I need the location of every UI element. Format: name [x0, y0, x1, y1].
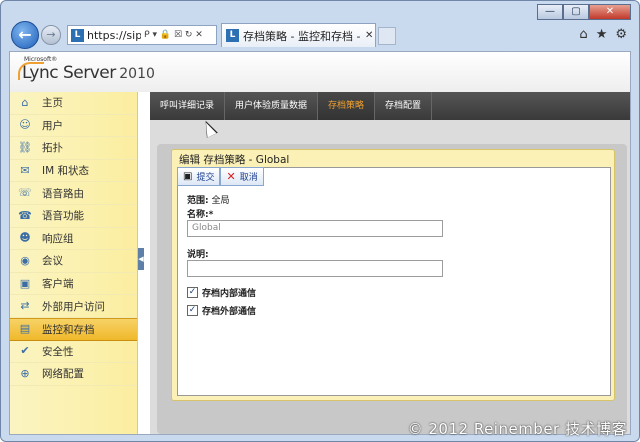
lync-swoosh-icon [18, 62, 44, 80]
sidebar-item-label: 监控和存档 [42, 323, 95, 336]
sidebar-item-icon: ⌂ [21, 95, 29, 109]
sidebar-item-label: 拓扑 [42, 142, 63, 155]
sidebar-item[interactable]: ⌂ 主页 [10, 92, 137, 115]
sidebar-item-label: 网络配置 [42, 368, 84, 381]
top-nav-tab[interactable]: 存档策略 [318, 92, 376, 120]
scope-value: 全局 [211, 196, 230, 206]
sidebar-item[interactable]: ✔ 安全性 [10, 341, 137, 364]
address-bar[interactable]: L https://sip.c... ᑭ ▾ 🔒 ☒ ↻ ✕ [67, 25, 217, 45]
sidebar-item-icon: ⇄ [20, 299, 30, 313]
sidebar-item-label: IM 和状态 [42, 165, 89, 178]
logo-year: 2010 [119, 66, 155, 82]
archive-external-checkbox[interactable]: ✓ 存档外部通信 [187, 304, 256, 317]
address-icons[interactable]: ᑭ ▾ 🔒 ☒ ↻ ✕ [144, 30, 203, 40]
cancel-label: 取消 [239, 173, 258, 183]
checkbox-internal[interactable]: ✓ [187, 287, 198, 298]
description-label: 说明: [187, 250, 209, 260]
address-url[interactable]: https://sip.c... [87, 29, 141, 42]
tab-title: 存档策略 - 监控和存档 - M... [243, 29, 361, 43]
form-area [177, 167, 611, 396]
sidebar-item-label: 语音路由 [42, 187, 84, 200]
archive-external-label: 存档外部通信 [202, 307, 257, 317]
sidebar-item[interactable]: ☻ 响应组 [10, 228, 137, 251]
description-field[interactable] [187, 260, 443, 277]
sidebar-item[interactable]: ▤ 监控和存档 [10, 317, 137, 341]
sidebar-item-icon: ▣ [19, 276, 31, 290]
favicon-icon: L [71, 28, 84, 42]
watermark: © 2012 Reinember 技术博客 [407, 420, 627, 438]
cancel-button[interactable]: ✕ 取消 [220, 167, 264, 186]
sidebar-item-label: 语音功能 [42, 210, 84, 223]
name-label: 名称:* [187, 210, 214, 220]
sidebar-item-icon: ◉ [20, 253, 30, 267]
save-icon: ▣ [183, 171, 193, 182]
browser-navigation: ← → L https://sip.c... ᑭ ▾ 🔒 ☒ ↻ ✕ L 存档策… [9, 19, 629, 49]
home-icon[interactable]: ⌂ [579, 27, 587, 42]
sidebar-item-label: 外部用户访问 [42, 300, 105, 313]
sidebar-item[interactable]: ✉ IM 和状态 [10, 160, 137, 183]
sidebar: ⌂ 主页 ☺ 用户 ⛓ 拓扑 ✉ IM 和状态 ☏ 语音路由 ☎ 语音功能 ☻ 响应组 ◉ 会议 ▣ 客户端 ⇄ 外部… [10, 92, 138, 434]
window-controls: — ▢ ✕ [537, 4, 631, 20]
collapse-sidebar-handle[interactable]: ◀ [138, 248, 144, 270]
top-navigation: 呼叫详细记录 用户体验质量数据 存档策略 存档配置 [150, 92, 630, 120]
tab-favicon-icon: L [226, 29, 239, 42]
sidebar-item-icon: ☺ [19, 118, 31, 132]
browser-tab[interactable]: L 存档策略 - 监控和存档 - M... ✕ [221, 23, 376, 47]
browser-window: — ▢ ✕ ← → L https://sip.c... ᑭ ▾ 🔒 ☒ ↻ ✕… [0, 0, 640, 442]
sidebar-item-icon: ☎ [18, 208, 32, 222]
app-header: Microsoft® Lync Server 2010 [10, 52, 630, 92]
browser-tools: ⌂ ★ ⚙ [579, 27, 627, 42]
tab-close-icon[interactable]: ✕ [365, 30, 373, 41]
sidebar-item-label: 主页 [42, 97, 63, 110]
sidebar-item[interactable]: ☺ 用户 [10, 115, 137, 138]
sidebar-item-label: 会议 [42, 255, 63, 268]
sidebar-item[interactable]: ⇄ 外部用户访问 [10, 295, 137, 318]
checkbox-external[interactable]: ✓ [187, 305, 198, 316]
sidebar-item[interactable]: ▣ 客户端 [10, 273, 137, 296]
name-field[interactable]: Global [187, 220, 443, 237]
panel-title: 编辑 存档策略 - Global [179, 154, 290, 166]
cancel-x-icon: ✕ [226, 170, 236, 183]
forward-button[interactable]: → [41, 25, 61, 45]
commit-button[interactable]: ▣ 提交 [177, 167, 221, 186]
sidebar-item-icon: ✔ [20, 344, 30, 358]
top-nav-tab[interactable]: 存档配置 [375, 92, 433, 120]
scope-row: 范围: 全局 [187, 193, 230, 206]
sidebar-item-label: 客户端 [42, 278, 74, 291]
sidebar-item-label: 用户 [42, 119, 63, 132]
archive-internal-label: 存档内部通信 [202, 289, 257, 299]
top-nav-tab[interactable]: 用户体验质量数据 [225, 92, 319, 120]
top-nav-tab[interactable]: 呼叫详细记录 [150, 92, 226, 120]
favorites-icon[interactable]: ★ [596, 27, 608, 42]
sidebar-item-icon: ⊕ [20, 366, 30, 380]
sidebar-item[interactable]: ⛓ 拓扑 [10, 137, 137, 160]
close-window-button[interactable]: ✕ [589, 4, 631, 20]
form-toolbar: ▣ 提交 ✕ 取消 [177, 167, 272, 186]
minimize-button[interactable]: — [537, 4, 563, 20]
maximize-button[interactable]: ▢ [563, 4, 589, 20]
sidebar-item-icon: ▤ [19, 322, 31, 336]
scope-label: 范围: [187, 196, 209, 206]
sidebar-item-icon: ✉ [20, 163, 30, 177]
lync-logo: Microsoft® Lync Server 2010 [18, 56, 155, 83]
sidebar-item[interactable]: ☎ 语音功能 [10, 205, 137, 228]
commit-label: 提交 [196, 173, 215, 183]
back-button[interactable]: ← [11, 21, 39, 49]
sidebar-item[interactable]: ⊕ 网络配置 [10, 363, 137, 386]
sidebar-item-label: 响应组 [42, 232, 74, 245]
archive-internal-checkbox[interactable]: ✓ 存档内部通信 [187, 286, 256, 299]
sidebar-item-icon: ⛓ [18, 140, 32, 154]
new-tab-button[interactable] [378, 27, 396, 45]
sidebar-item[interactable]: ◉ 会议 [10, 250, 137, 273]
sidebar-item[interactable]: ☏ 语音路由 [10, 182, 137, 205]
sidebar-item-icon: ☏ [18, 186, 32, 200]
gear-icon[interactable]: ⚙ [615, 27, 627, 42]
sidebar-item-icon: ☻ [19, 231, 31, 245]
sidebar-item-label: 安全性 [42, 345, 74, 358]
